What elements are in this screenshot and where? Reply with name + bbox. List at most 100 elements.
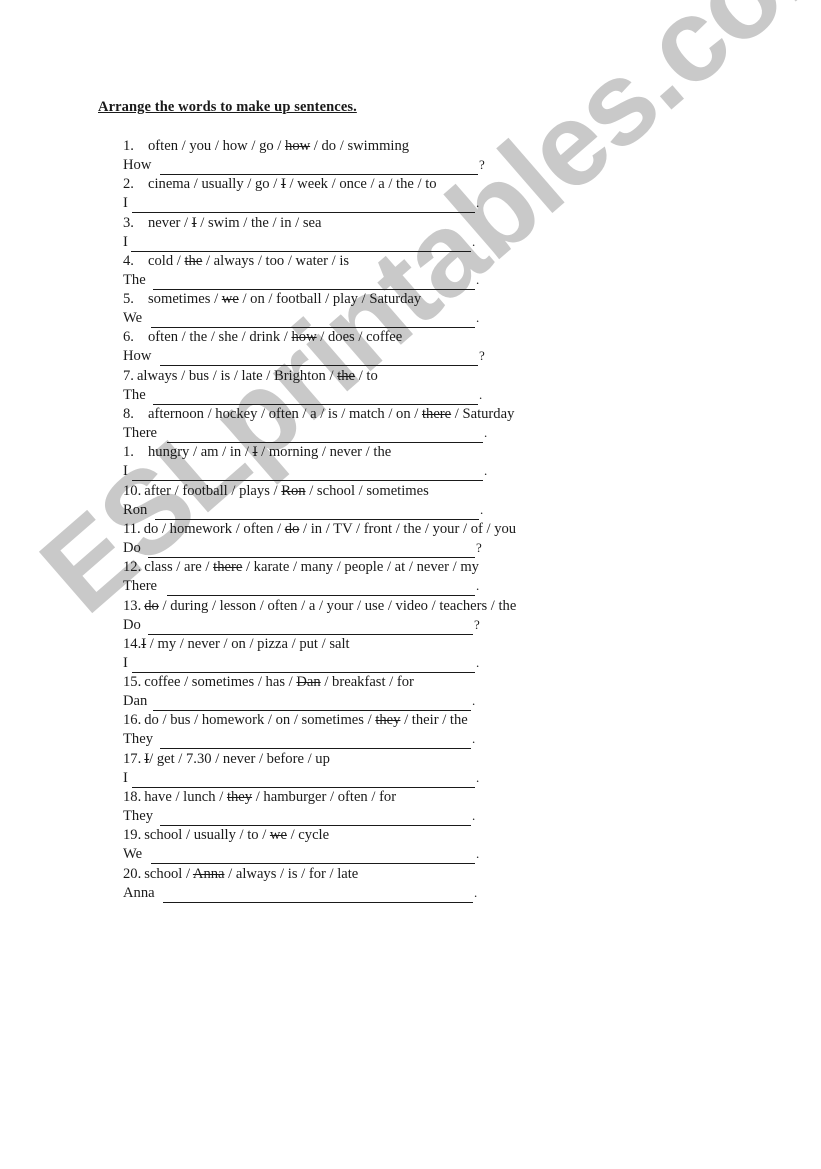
struck-word: Anna	[192, 865, 225, 882]
answer-line[interactable]: They.	[123, 807, 516, 827]
exercise-item: 1. often / you / how / go / how / do / sw…	[123, 137, 516, 175]
end-punctuation: .	[472, 693, 476, 709]
item-number: 13.	[123, 597, 142, 614]
blank-line[interactable]	[155, 518, 479, 520]
blank-line[interactable]	[132, 671, 475, 673]
answer-line[interactable]: I.	[123, 462, 516, 482]
blank-line[interactable]	[151, 326, 475, 329]
end-punctuation: .	[484, 425, 488, 441]
blank-line[interactable]	[131, 250, 471, 252]
answer-line[interactable]: There.	[123, 577, 516, 597]
item-number: 15.	[123, 674, 142, 691]
item-number: 4.	[123, 252, 134, 269]
word-list: / their / the	[400, 712, 468, 729]
end-punctuation: ?	[474, 616, 480, 632]
answer-line[interactable]: We.	[123, 309, 516, 329]
answer-line[interactable]: I.	[123, 194, 516, 214]
exercise-item: 3. never / I / swim / the / in / sea I.	[123, 214, 516, 252]
blank-line[interactable]	[132, 479, 483, 482]
exercise-item: 14. I / my / never / on / pizza / put / s…	[123, 635, 516, 673]
word-list: / cycle	[286, 827, 330, 844]
word-list: coffee / sometimes / has /	[144, 674, 297, 691]
blank-line[interactable]	[148, 556, 475, 558]
item-number: 6.	[123, 329, 134, 346]
end-punctuation: .	[480, 501, 484, 517]
blank-line[interactable]	[148, 633, 473, 635]
sentence-start: I	[123, 233, 128, 250]
word-prompt: 19. school / usually / to / we / cycle	[123, 826, 516, 845]
blank-line[interactable]	[153, 403, 478, 405]
end-punctuation: .	[476, 846, 480, 862]
blank-line[interactable]	[160, 747, 471, 750]
end-punctuation: .	[476, 769, 480, 785]
answer-line[interactable]: I.	[123, 769, 516, 788]
word-list: / do / swimming	[310, 138, 410, 154]
word-prompt: 18. have / lunch / they / hamburger / oft…	[123, 788, 516, 807]
struck-word: the	[184, 252, 203, 269]
word-prompt: 4. cold / the / always / too / water / is	[123, 252, 516, 271]
blank-line[interactable]	[153, 288, 475, 290]
answer-line[interactable]: Dan.	[123, 692, 516, 712]
word-list: / always / too / water / is	[202, 252, 350, 269]
struck-word: do	[144, 597, 159, 614]
end-punctuation: .	[476, 578, 480, 594]
blank-line[interactable]	[167, 594, 475, 597]
answer-line[interactable]: How?	[123, 156, 516, 175]
sentence-start: Do	[123, 616, 141, 633]
blank-line[interactable]	[132, 211, 475, 214]
blank-line[interactable]	[163, 901, 473, 903]
blank-line[interactable]	[160, 364, 478, 367]
blank-line[interactable]	[151, 862, 475, 865]
exercise-item: 12. class / are / there / karate / many /…	[123, 558, 516, 597]
struck-word: do	[284, 520, 300, 537]
exercise-item: 20. school / Anna / always / is / for / l…	[123, 865, 516, 903]
word-list: often / the / she / drink /	[148, 329, 292, 346]
answer-line[interactable]: Ron.	[123, 501, 516, 520]
word-list: do / bus / homework / on / sometimes /	[144, 712, 376, 729]
answer-line[interactable]: The.	[123, 271, 516, 290]
word-list: sometimes /	[148, 291, 222, 308]
answer-line[interactable]: The.	[123, 386, 516, 405]
word-list: / morning / never / the	[257, 444, 392, 461]
word-prompt: 11. do / homework / often / do / in / TV …	[123, 520, 516, 539]
exercise-item: 2. cinema / usually / go / I / week / onc…	[123, 175, 516, 214]
answer-line[interactable]: Anna.	[123, 884, 516, 903]
word-list: / hamburger / often / for	[252, 789, 397, 806]
end-punctuation: ?	[476, 539, 482, 555]
word-list: / always / is / for / late	[224, 865, 359, 882]
item-number: 2.	[123, 176, 134, 193]
blank-line[interactable]	[160, 824, 471, 827]
answer-line[interactable]: There.	[123, 424, 516, 444]
struck-word: how	[291, 329, 317, 346]
answer-line[interactable]: I.	[123, 654, 516, 673]
word-list: always / bus / is / late / Brighton /	[136, 367, 338, 384]
blank-line[interactable]	[167, 441, 483, 444]
blank-line[interactable]	[132, 786, 475, 788]
answer-line[interactable]: I.	[123, 233, 516, 252]
sentence-start: The	[123, 386, 146, 403]
word-list: never /	[148, 214, 192, 231]
worksheet-title: Arrange the words to make up sentences.	[98, 99, 357, 115]
word-prompt: 13. do / during / lesson / often / a / yo…	[123, 597, 516, 616]
answer-line[interactable]: Do?	[123, 616, 516, 635]
sentence-start: Do	[123, 539, 141, 556]
word-prompt: 2. cinema / usually / go / I / week / onc…	[123, 175, 516, 194]
blank-line[interactable]	[153, 709, 471, 712]
struck-word: they	[226, 789, 253, 806]
item-number: 1.	[123, 138, 134, 154]
exercise-item: 15. coffee / sometimes / has / Dan / brea…	[123, 673, 516, 712]
blank-line[interactable]	[160, 173, 478, 175]
exercise-item: 19. school / usually / to / we / cycle We.	[123, 826, 516, 865]
word-list: school / usually / to /	[144, 827, 270, 844]
exercise-item: 8. afternoon / hockey / often / a / is / …	[123, 405, 516, 444]
sentence-start: Ron	[123, 501, 148, 518]
answer-line[interactable]: We.	[123, 845, 516, 865]
item-number: 20.	[123, 865, 142, 882]
sentence-start: I	[123, 195, 128, 212]
word-list: / Saturday	[451, 406, 515, 423]
answer-line[interactable]: How?	[123, 347, 516, 367]
answer-line[interactable]: Do?	[123, 539, 516, 558]
end-punctuation: .	[472, 808, 476, 824]
word-list: / to	[355, 367, 378, 384]
answer-line[interactable]: They.	[123, 730, 516, 750]
